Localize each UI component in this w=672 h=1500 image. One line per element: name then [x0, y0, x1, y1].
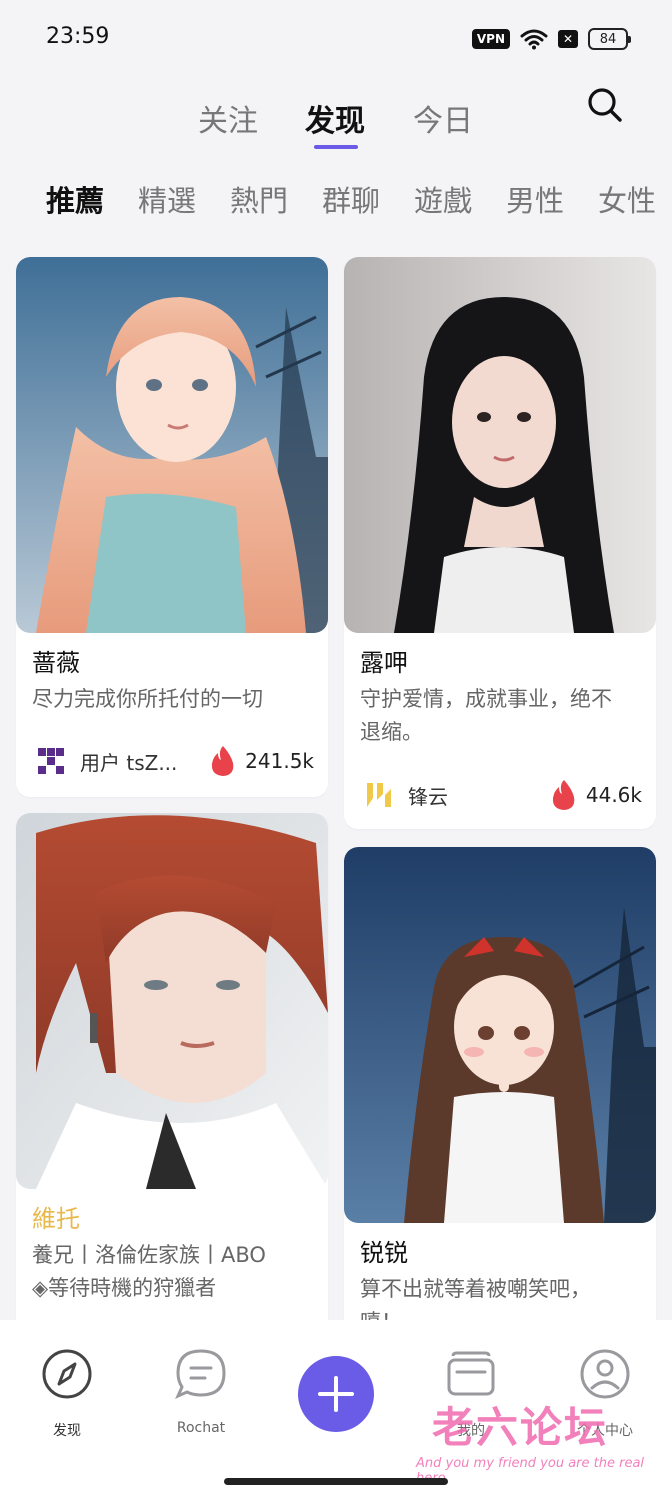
description-line: 算不出就等着被嘲笑吧，	[360, 1277, 591, 1301]
no-sim-icon: ✕	[558, 30, 578, 48]
card-text: 維托 養兄丨洛倫佐家族丨ABO ◈等待時機的狩獵者	[32, 1203, 314, 1305]
status-time: 23:59	[46, 24, 110, 49]
bottom-navigation: 发现 Rochat 我的 个人中心 老六论坛 And you my friend…	[0, 1320, 672, 1500]
category-games[interactable]: 遊戲	[414, 178, 472, 220]
card-text: 蔷薇 尽力完成你所托付的一切	[32, 647, 314, 716]
top-tabs: 关注 发现 今日	[0, 88, 672, 158]
category-female[interactable]: 女性	[598, 178, 656, 220]
character-card[interactable]: 維托 養兄丨洛倫佐家族丨ABO ◈等待時機的狩獵者	[16, 813, 328, 1320]
nav-discover[interactable]: 发现	[12, 1346, 122, 1440]
chat-bubble-icon	[175, 1349, 226, 1399]
character-portrait	[16, 813, 328, 1189]
active-tab-indicator	[314, 145, 358, 149]
flame-icon	[212, 746, 234, 776]
tab-today[interactable]: 今日	[413, 96, 473, 140]
character-name: 露呷	[360, 649, 408, 677]
nav-rochat[interactable]: Rochat	[146, 1346, 256, 1436]
category-recommended[interactable]: 推薦	[46, 178, 104, 220]
character-description: 養兄丨洛倫佐家族丨ABO ◈等待時機的狩獵者	[32, 1239, 314, 1305]
plus-icon	[318, 1376, 354, 1412]
category-hot[interactable]: 熱門	[230, 178, 288, 220]
category-male[interactable]: 男性	[506, 178, 564, 220]
character-portrait	[344, 847, 656, 1223]
category-featured[interactable]: 精選	[138, 178, 196, 220]
author-avatar-icon	[38, 748, 64, 774]
tab-follow[interactable]: 关注	[198, 96, 258, 140]
card-footer: 锋云 44.6k	[364, 775, 642, 815]
nav-label: 发现	[53, 1423, 81, 1439]
create-button[interactable]	[298, 1356, 374, 1432]
author-name[interactable]: 锋云	[408, 781, 550, 810]
compass-icon	[42, 1349, 92, 1399]
home-indicator[interactable]	[224, 1478, 448, 1485]
character-card[interactable]: 蔷薇 尽力完成你所托付的一切 用户 tsZ... 241.5k	[16, 257, 328, 797]
tab-discover[interactable]: 发现	[305, 96, 365, 140]
character-name: 锐锐	[360, 1239, 408, 1267]
character-card[interactable]: 露呷 守护爱情，成就事业，绝不 退缩。 锋云 44.6k	[344, 257, 656, 829]
character-feed: 蔷薇 尽力完成你所托付的一切 用户 tsZ... 241.5k 露呷 守护爱情，…	[0, 255, 672, 1320]
battery-level: 84	[599, 31, 617, 47]
card-text: 锐锐 算不出就等着被嘲笑吧， 嘻！	[360, 1237, 642, 1320]
search-icon	[588, 88, 622, 122]
author-name[interactable]: 用户 tsZ...	[80, 747, 209, 776]
description-line: 養兄丨洛倫佐家族丨ABO	[32, 1243, 266, 1267]
character-description: 算不出就等着被嘲笑吧， 嘻！	[360, 1273, 642, 1320]
character-name: 維托	[32, 1205, 80, 1233]
card-footer: 用户 tsZ... 241.5k	[36, 741, 314, 781]
forum-watermark: 老六论坛	[432, 1403, 609, 1452]
flame-icon	[552, 780, 575, 810]
character-description: 守护爱情，成就事业，绝不 退缩。	[360, 683, 642, 749]
heat-count: 241.5k	[245, 749, 314, 773]
battery-icon: 84	[588, 28, 631, 50]
description-line: 退缩。	[360, 720, 423, 744]
watermark-tagline: And you my friend you are the real hero	[416, 1456, 645, 1486]
status-icons: VPN ✕ 84	[471, 26, 631, 52]
search-button[interactable]	[584, 84, 626, 126]
category-group-chat[interactable]: 群聊	[322, 178, 380, 220]
heat-count: 44.6k	[585, 783, 642, 807]
description-line: 嘻！	[360, 1306, 642, 1320]
character-portrait	[16, 257, 328, 633]
character-card[interactable]: 锐锐 算不出就等着被嘲笑吧， 嘻！	[344, 847, 656, 1320]
description-line: ◈等待時機的狩獵者	[32, 1276, 217, 1300]
author-avatar-icon	[367, 783, 391, 807]
character-description: 尽力完成你所托付的一切	[32, 687, 263, 711]
category-bar: 推薦 精選 熱門 群聊 遊戲 男性 女性	[0, 168, 672, 228]
card-text: 露呷 守护爱情，成就事业，绝不 退缩。	[360, 647, 642, 749]
description-line: 守护爱情，成就事业，绝不	[360, 687, 612, 711]
character-portrait	[344, 257, 656, 633]
nav-label: Rochat	[176, 1420, 226, 1436]
character-name: 蔷薇	[32, 649, 80, 677]
vpn-icon: VPN	[471, 29, 510, 49]
status-bar: 23:59 VPN ✕ 84	[0, 0, 672, 78]
wifi-icon	[520, 28, 548, 50]
